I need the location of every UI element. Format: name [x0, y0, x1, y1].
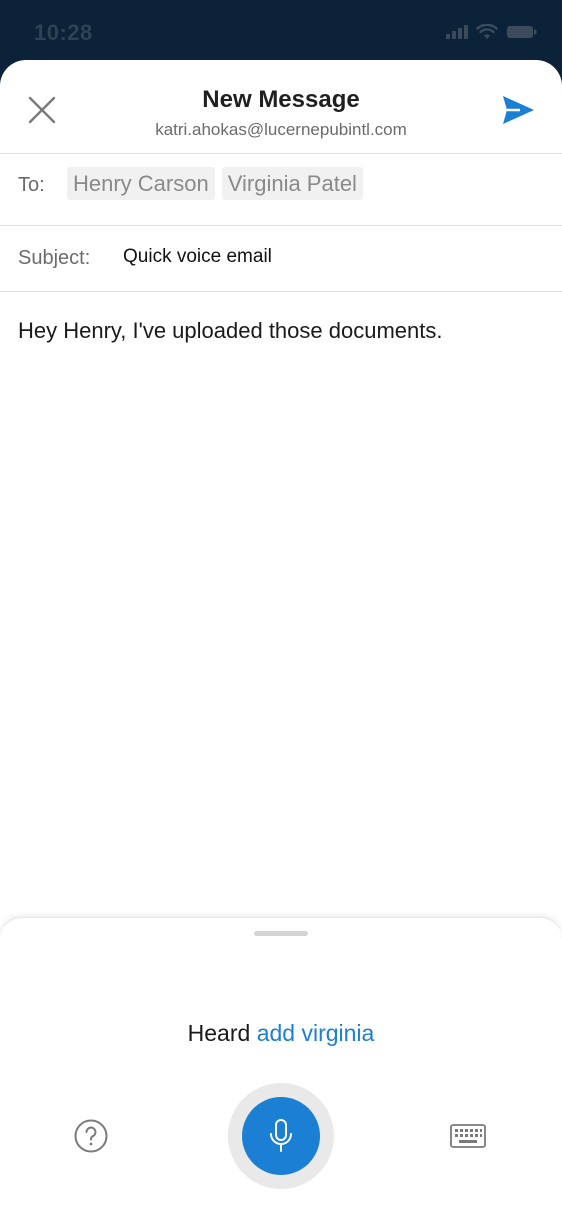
microphone-button[interactable] [242, 1097, 320, 1175]
sender-account: katri.ahokas@lucernepubintl.com [155, 120, 407, 139]
battery-icon [507, 26, 537, 38]
send-icon[interactable] [500, 92, 536, 128]
page-title: New Message [202, 86, 360, 113]
wifi-icon [476, 24, 498, 39]
help-icon[interactable] [73, 1118, 109, 1154]
compose-header: New Message katri.ahokas@lucernepubintl.… [0, 60, 562, 154]
recipient-list: Henry Carson Virginia Patel [67, 167, 363, 200]
to-field[interactable]: To: Henry Carson Virginia Patel [0, 154, 562, 226]
compose-sheet: New Message katri.ahokas@lucernepubintl.… [0, 60, 562, 1218]
keyboard-icon[interactable] [450, 1124, 486, 1148]
subject-field[interactable]: Subject: Quick voice email [0, 226, 562, 292]
status-bar: 10:28 [0, 0, 562, 62]
microphone-icon [270, 1119, 292, 1152]
to-label: To: [18, 174, 45, 196]
drag-handle[interactable] [254, 931, 308, 936]
signal-icon [446, 25, 468, 39]
recipient-chip[interactable]: Virginia Patel [221, 167, 363, 200]
status-time: 10:28 [34, 20, 93, 45]
heard-status: Heard add virginia [0, 1020, 562, 1047]
status-icons [446, 24, 538, 40]
subject-label: Subject: [18, 247, 91, 269]
heard-prefix: Heard [187, 1020, 251, 1046]
message-body[interactable]: Hey Henry, I've uploaded those documents… [18, 318, 442, 344]
heard-command: add virginia [256, 1020, 375, 1046]
voice-panel: Heard add virginia [0, 917, 562, 1218]
subject-input[interactable]: Quick voice email [123, 246, 272, 268]
recipient-chip[interactable]: Henry Carson [67, 167, 215, 200]
mic-button-ring [228, 1083, 334, 1189]
